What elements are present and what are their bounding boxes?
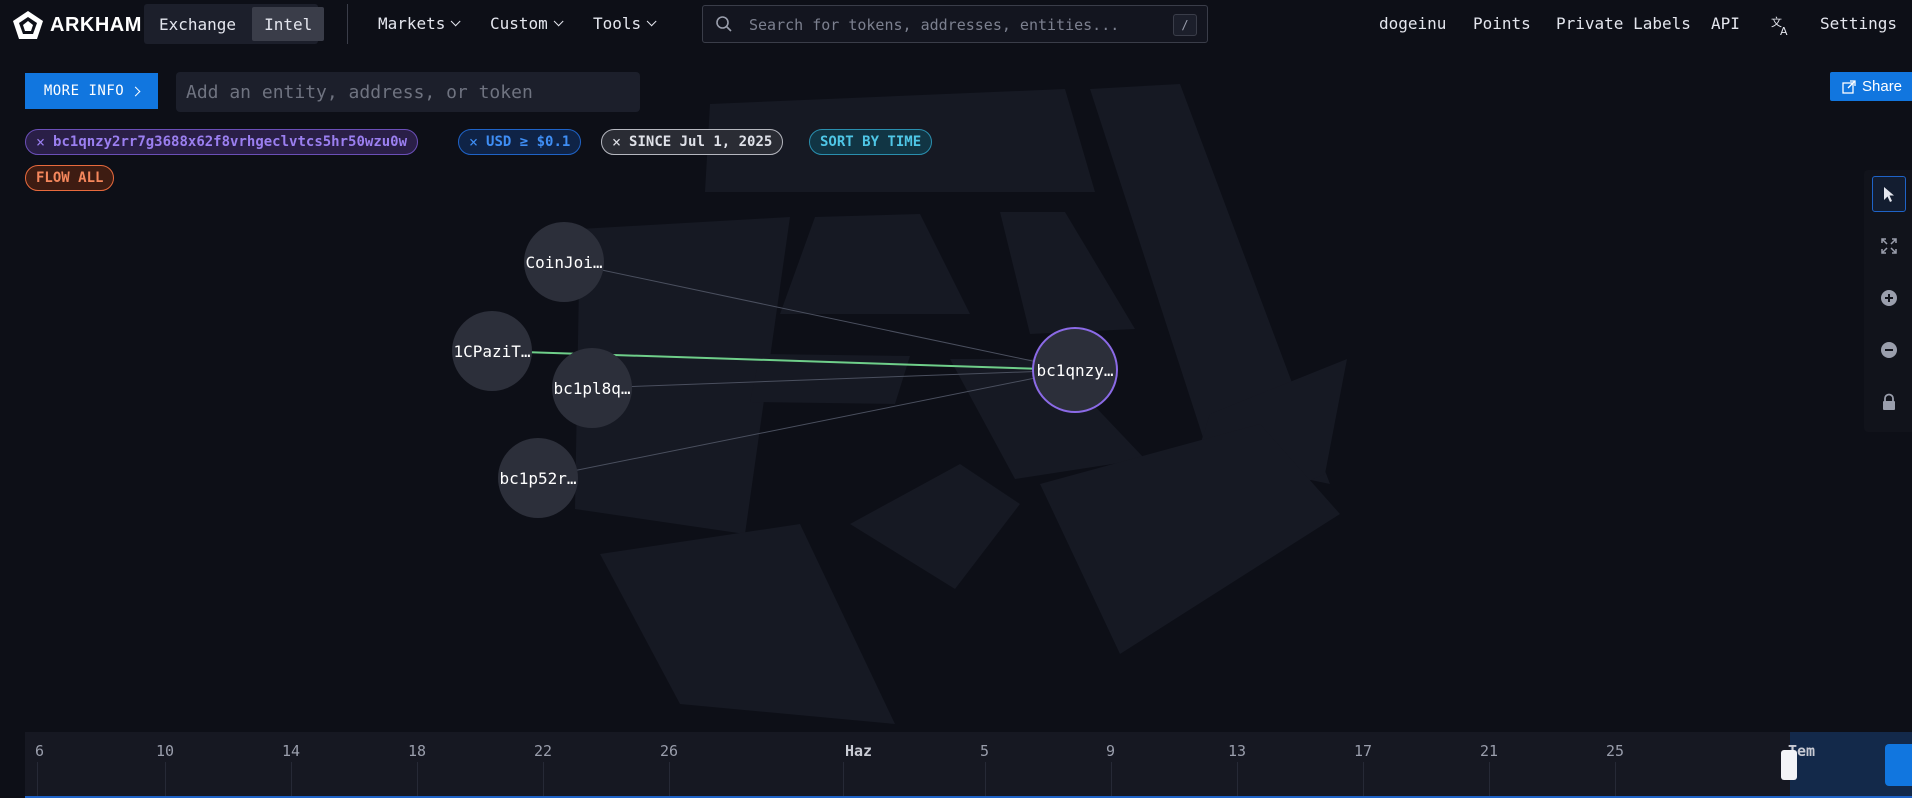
filter-chip-address[interactable]: × bc1qnzy2rr7g3688x62f8vrhgeclvtcs5hr50w… [25,129,419,155]
sort-label: SORT BY TIME [820,134,922,150]
share-label: Share [1862,78,1903,95]
sort-by-time-chip[interactable]: SORT BY TIME [809,129,933,155]
timeline-left-handle[interactable] [1781,750,1797,780]
node-label: CoinJoi… [525,252,603,272]
filter-since-label: SINCE Jul 1, 2025 [629,134,773,150]
graph-node-coinjoin[interactable]: CoinJoi… [524,222,604,302]
external-link-icon [1842,79,1856,94]
tick-line [669,762,670,798]
filter-usd-label: USD ≥ $0.1 [486,134,571,150]
node-label: bc1pl8q… [553,378,631,398]
graph-node-main[interactable]: bc1qnzy… [1032,327,1118,413]
timeline-tick: 5 [980,742,990,760]
close-icon[interactable]: × [36,133,45,151]
zoom-in-button[interactable] [1872,280,1906,316]
tick-line [165,762,166,798]
flow-all-chip[interactable]: FLOW ALL [25,165,115,191]
timeline-tick: 13 [1228,742,1247,760]
timeline-month-label: Haz [845,742,873,760]
entity-input[interactable] [176,72,640,112]
filter-chip-since[interactable]: × SINCE Jul 1, 2025 [601,129,784,155]
close-icon[interactable]: × [469,133,478,151]
tick-line [1489,762,1490,798]
tick-line [1111,762,1112,798]
tick-line [37,762,38,798]
flow-label: FLOW ALL [36,170,104,186]
graph-node-bc1pl8q[interactable]: bc1pl8q… [552,348,632,428]
timeline-tick: 17 [1354,742,1373,760]
zoom-out-icon [1881,342,1897,358]
timeline-tick: 22 [534,742,553,760]
timeline-tick: 10 [156,742,175,760]
share-button[interactable]: Share [1830,72,1912,101]
tick-line [1237,762,1238,798]
graph-toolbar [1864,170,1912,432]
timeline-tick: 26 [660,742,679,760]
lock-icon [1883,393,1895,410]
graph-node-1cpazi[interactable]: 1CPaziT… [452,311,532,391]
timeline-tick: 18 [408,742,427,760]
more-info-label: MORE INFO [43,83,125,99]
graph-node-bc1p52r[interactable]: bc1p52r… [498,438,578,518]
graph-edge-coinjoin[interactable] [563,261,1076,371]
node-label: 1CPaziT… [453,341,531,361]
filter-chip-usd[interactable]: × USD ≥ $0.1 [458,129,582,155]
fit-view-button[interactable] [1872,228,1906,264]
graph-edge-bc1pl8q[interactable] [591,369,1076,389]
timeline[interactable]: 6 10 14 18 22 26 Haz 5 9 13 17 21 25 Tem [25,732,1912,798]
close-icon[interactable]: × [612,133,621,151]
timeline-right-handle[interactable] [1885,744,1912,786]
pointer-tool-button[interactable] [1872,176,1906,212]
lock-button[interactable] [1872,384,1906,420]
node-label: bc1qnzy… [1036,360,1114,380]
more-info-button[interactable]: MORE INFO [25,73,158,109]
timeline-tick: 25 [1606,742,1625,760]
pointer-icon [1884,187,1894,202]
node-label: bc1p52r… [499,468,577,488]
tick-line [543,762,544,798]
tick-line [417,762,418,798]
zoom-out-button[interactable] [1872,332,1906,368]
tick-line [985,762,986,798]
filter-address-label: bc1qnzy2rr7g3688x62f8vrhgeclvtcs5hr50wzu… [53,134,408,150]
tick-line [291,762,292,798]
timeline-tick: 14 [282,742,301,760]
timeline-tick: 21 [1480,742,1499,760]
timeline-tick: 9 [1106,742,1116,760]
tick-line [1363,762,1364,798]
zoom-in-icon [1881,290,1897,306]
timeline-tick: 6 [35,742,45,760]
chevron-right-icon [130,86,141,96]
fit-view-icon [1881,238,1897,254]
tick-line [1615,762,1616,798]
tick-line [843,762,844,798]
